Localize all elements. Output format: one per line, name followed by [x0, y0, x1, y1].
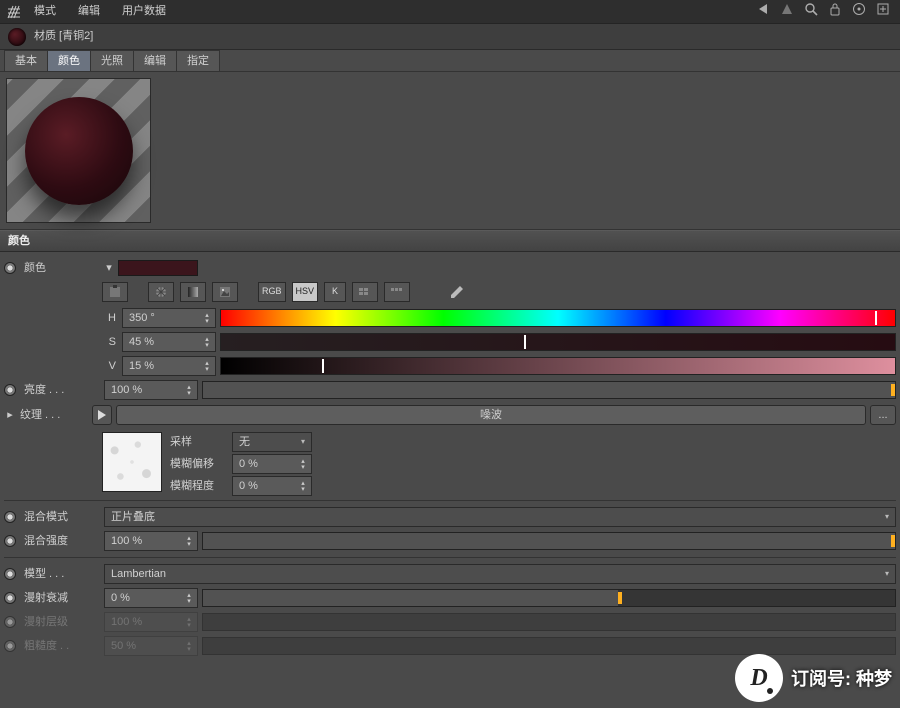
mixstrength-input[interactable]: 100 %▴▾ — [104, 531, 198, 551]
menu-mode[interactable]: 模式 — [24, 0, 66, 22]
watermark-logo: D — [735, 654, 783, 702]
label-brightness: 亮度 . . . — [20, 383, 100, 397]
label-difflev: 漫射层级 — [20, 615, 100, 629]
preview-area — [0, 72, 900, 230]
label-texture: 纹理 . . . — [20, 408, 88, 422]
lock-icon[interactable] — [824, 2, 846, 20]
watermark: D 订阅号: 种梦 — [735, 654, 892, 702]
anim-dot-model[interactable] — [4, 568, 16, 580]
anim-dot-mixstrength[interactable] — [4, 535, 16, 547]
model-dropdown[interactable]: Lambertian▾ — [104, 564, 896, 584]
v-value-input[interactable]: 15 %▴▾ — [122, 356, 216, 376]
spectrum-icon[interactable] — [180, 282, 206, 302]
section-header-color: 颜色 — [0, 230, 900, 252]
texture-thumbnail[interactable] — [102, 432, 162, 492]
label-sampling: 采样 — [170, 435, 226, 449]
swatches2-icon[interactable] — [384, 282, 410, 302]
anim-dot-brightness[interactable] — [4, 384, 16, 396]
label-color: 颜色 — [20, 261, 100, 275]
tab-illumination[interactable]: 光照 — [90, 50, 134, 71]
label-blur-offset: 模糊偏移 — [170, 457, 226, 471]
s-label: S — [104, 335, 118, 349]
rough-input: 50 %▴▾ — [104, 636, 198, 656]
anim-dot-difffall[interactable] — [4, 592, 16, 604]
difffall-input[interactable]: 0 %▴▾ — [104, 588, 198, 608]
mixmode-dropdown[interactable]: 正片叠底▾ — [104, 507, 896, 527]
s-value-input[interactable]: 45 %▴▾ — [122, 332, 216, 352]
label-rough: 粗糙度 . . — [20, 639, 100, 653]
texture-expand-caret[interactable]: ▸ — [4, 408, 16, 422]
blur-offset-input[interactable]: 0 %▴▾ — [232, 454, 312, 474]
h-value-input[interactable]: 350 °▴▾ — [122, 308, 216, 328]
blur-scale-input[interactable]: 0 %▴▾ — [232, 476, 312, 496]
hsv-mode-btn[interactable]: HSV — [292, 282, 319, 302]
eyedropper-icon[interactable] — [444, 282, 470, 302]
label-mixstrength: 混合强度 — [20, 534, 100, 548]
mixstrength-slider[interactable] — [202, 532, 896, 550]
label-model: 模型 . . . — [20, 567, 100, 581]
color-swatch[interactable] — [118, 260, 198, 276]
tab-color[interactable]: 颜色 — [47, 50, 91, 71]
menu-userdata[interactable]: 用户数据 — [112, 0, 176, 22]
preview-sphere — [25, 97, 133, 205]
v-label: V — [104, 359, 118, 373]
search-icon[interactable] — [800, 2, 822, 20]
label-blur-scale: 模糊程度 — [170, 479, 226, 493]
color-wheel-icon[interactable] — [148, 282, 174, 302]
anim-dot-difflev — [4, 616, 16, 628]
rgb-mode-btn[interactable]: RGB — [258, 282, 286, 302]
brightness-slider[interactable] — [202, 381, 896, 399]
texture-options-btn[interactable]: ... — [870, 405, 896, 425]
texture-bar[interactable]: 噪波 — [116, 405, 866, 425]
tab-assign[interactable]: 指定 — [176, 50, 220, 71]
texture-play-btn[interactable] — [92, 405, 112, 425]
color-tool-row: RGB HSV K — [4, 280, 896, 306]
brightness-input[interactable]: 100 %▴▾ — [104, 380, 198, 400]
picker-icon[interactable] — [102, 282, 128, 302]
tab-basic[interactable]: 基本 — [4, 50, 48, 71]
difflev-input: 100 %▴▾ — [104, 612, 198, 632]
rough-slider — [202, 637, 896, 655]
target-icon[interactable] — [848, 2, 870, 20]
color-expand-caret[interactable]: ▾ — [104, 261, 114, 275]
nav-up-icon[interactable] — [776, 2, 798, 20]
watermark-text: 订阅号: 种梦 — [791, 665, 892, 691]
top-menubar: 模式 编辑 用户数据 — [0, 0, 900, 24]
swatches-icon[interactable] — [352, 282, 378, 302]
image-picker-icon[interactable] — [212, 282, 238, 302]
label-difffall: 漫射衰减 — [20, 591, 100, 605]
menu-edit[interactable]: 编辑 — [68, 0, 110, 22]
material-title: 材质 [青铜2] — [34, 29, 93, 43]
s-slider[interactable] — [220, 333, 896, 351]
material-swatch-icon — [8, 28, 26, 46]
sampling-dropdown[interactable]: 无▾ — [232, 432, 312, 452]
app-icon — [6, 4, 22, 20]
h-slider[interactable] — [220, 309, 896, 327]
titlebar: 材质 [青铜2] — [0, 24, 900, 50]
k-mode-btn[interactable]: K — [324, 282, 346, 302]
new-tab-icon[interactable] — [872, 2, 894, 20]
label-mixmode: 混合模式 — [20, 510, 100, 524]
tabs: 基本 颜色 光照 编辑 指定 — [0, 50, 900, 72]
difffall-slider[interactable] — [202, 589, 896, 607]
material-preview[interactable] — [6, 78, 151, 223]
difflev-slider — [202, 613, 896, 631]
anim-dot-color[interactable] — [4, 262, 16, 274]
tab-edit[interactable]: 编辑 — [133, 50, 177, 71]
v-slider[interactable] — [220, 357, 896, 375]
h-label: H — [104, 311, 118, 325]
anim-dot-rough — [4, 640, 16, 652]
nav-back-icon[interactable] — [752, 2, 774, 20]
anim-dot-mixmode[interactable] — [4, 511, 16, 523]
